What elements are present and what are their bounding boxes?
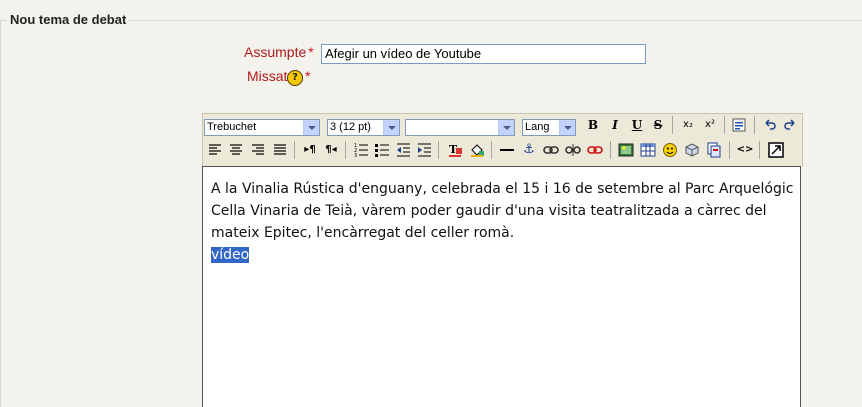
- font-size-select[interactable]: 3 (12 pt): [327, 119, 400, 136]
- toolbar-separator: [672, 116, 673, 134]
- redo-icon[interactable]: [781, 116, 799, 134]
- font-family-select[interactable]: Trebuchet: [204, 119, 320, 136]
- message-editor[interactable]: A la Vinalia Rústica d'enguany, celebrad…: [202, 166, 801, 407]
- toolbar-separator: [294, 141, 295, 159]
- required-marker: *: [305, 68, 311, 84]
- clean-word-icon[interactable]: [730, 116, 748, 134]
- svg-text:3: 3: [354, 153, 357, 158]
- font-family-value: Trebuchet: [207, 121, 257, 133]
- align-right-icon[interactable]: [249, 141, 267, 159]
- ltr-icon[interactable]: ▸¶: [301, 141, 319, 159]
- selected-text: vídeo: [211, 247, 250, 263]
- fieldset-border-top: [0, 20, 862, 21]
- italic-button[interactable]: I: [606, 116, 624, 134]
- align-justify-icon[interactable]: [271, 141, 289, 159]
- editor-content: A la Vinalia Rústica d'enguany, celebrad…: [211, 178, 795, 266]
- required-marker: *: [308, 44, 314, 60]
- chevron-down-icon: [559, 120, 575, 135]
- new-topic-fieldset: Nou tema de debat Assumpte * Afegir un ví…: [0, 0, 862, 407]
- anchor-icon[interactable]: ⚓: [520, 141, 538, 159]
- background-color-icon[interactable]: [468, 141, 486, 159]
- bold-button[interactable]: B: [584, 116, 602, 134]
- chevron-down-icon: [498, 120, 514, 135]
- fullscreen-icon[interactable]: [767, 141, 785, 159]
- heading-select[interactable]: [405, 119, 515, 136]
- toolbar-separator: [345, 141, 346, 159]
- unlink-icon[interactable]: [564, 141, 582, 159]
- fieldset-legend: Nou tema de debat: [7, 12, 130, 27]
- link-icon[interactable]: [542, 141, 560, 159]
- insert-image-icon[interactable]: [617, 141, 635, 159]
- smiley-icon[interactable]: [661, 141, 679, 159]
- subject-input[interactable]: Afegir un vídeo de Youtube: [321, 44, 646, 64]
- chevron-down-icon: [383, 120, 399, 135]
- toolbar-separator: [759, 141, 760, 159]
- toolbar-separator: [491, 141, 492, 159]
- toolbar-separator: [729, 141, 730, 159]
- toolbar-separator: [724, 116, 725, 134]
- toolbar-separator: [438, 141, 439, 159]
- nolink-icon[interactable]: [586, 141, 604, 159]
- subject-label-text: Assumpte: [244, 44, 307, 60]
- editor-toolbar: Trebuchet 3 (12 pt) Lang B I U S x₂ x² ▸…: [202, 113, 803, 167]
- subject-label: Assumpte *: [244, 44, 314, 60]
- indent-icon[interactable]: [415, 141, 433, 159]
- align-left-icon[interactable]: [206, 141, 224, 159]
- special-char-icon[interactable]: [683, 141, 701, 159]
- rtl-icon[interactable]: ¶◂: [322, 141, 340, 159]
- align-center-icon[interactable]: [227, 141, 245, 159]
- underline-button[interactable]: U: [628, 116, 646, 134]
- superscript-button[interactable]: x²: [701, 116, 719, 134]
- fieldset-border-left: [0, 20, 1, 407]
- outdent-icon[interactable]: [394, 141, 412, 159]
- lang-value: Lang: [525, 121, 550, 133]
- font-size-value: 3 (12 pt): [330, 121, 371, 133]
- chevron-down-icon: [303, 120, 319, 135]
- insert-table-icon[interactable]: [639, 141, 657, 159]
- lang-select[interactable]: Lang: [522, 119, 576, 136]
- help-icon[interactable]: ?: [287, 70, 303, 86]
- editor-paragraph: A la Vinalia Rústica d'enguany, celebrad…: [211, 181, 794, 241]
- undo-icon[interactable]: [761, 116, 779, 134]
- unordered-list-icon[interactable]: [373, 141, 391, 159]
- ordered-list-icon[interactable]: 123: [352, 141, 370, 159]
- text-color-icon[interactable]: T: [446, 141, 464, 159]
- strikethrough-button[interactable]: S: [649, 116, 667, 134]
- search-replace-icon[interactable]: [705, 141, 723, 159]
- toolbar-separator: [610, 141, 611, 159]
- html-source-icon[interactable]: <>: [736, 141, 754, 159]
- horizontal-rule-icon[interactable]: [498, 141, 516, 159]
- subscript-button[interactable]: x₂: [679, 116, 697, 134]
- toolbar-separator: [754, 116, 755, 134]
